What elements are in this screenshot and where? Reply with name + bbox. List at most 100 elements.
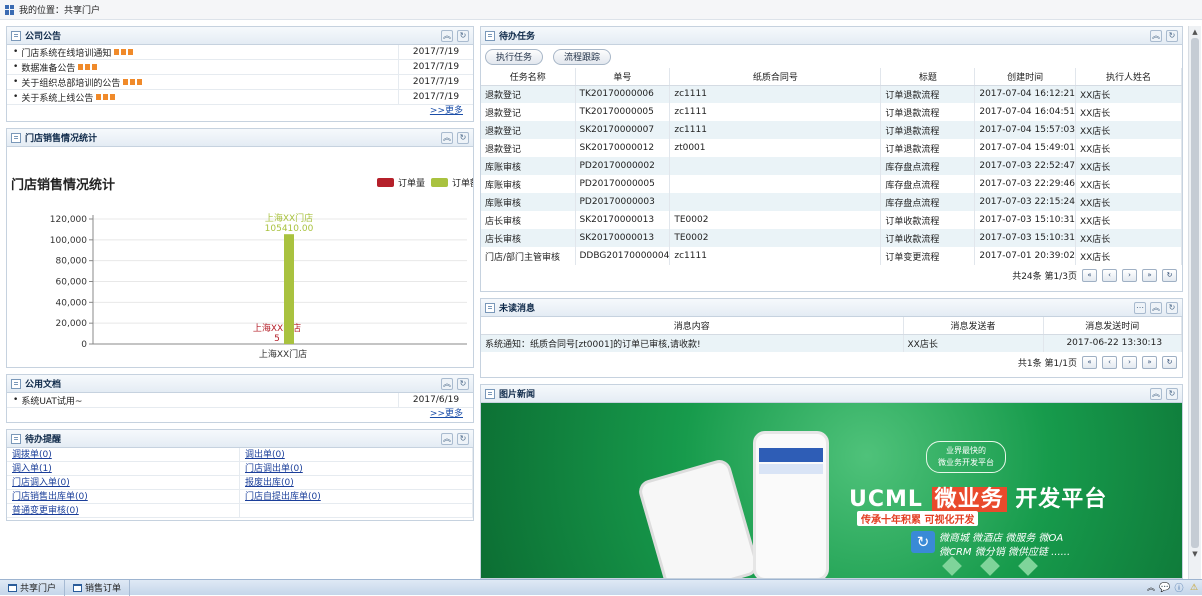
collapse-icon[interactable]: ︽ xyxy=(441,132,453,144)
prev-page-icon[interactable]: ‹ xyxy=(1102,356,1117,369)
table-row[interactable]: 退款登记SK20170000007zc1111订单退款流程2017-07-04 … xyxy=(481,121,1182,139)
y-tick-label: 120,000 xyxy=(50,215,87,225)
reminder-link[interactable]: 门店调入单(0) xyxy=(12,478,70,488)
reminder-grid: 调拨单(0) 调出单(0) 调入单(1) 门店调出单(0) 门店调入单(0) 报… xyxy=(7,448,473,518)
collapse-icon[interactable]: ︽ xyxy=(1150,388,1162,400)
reminder-link[interactable]: 门店销售出库单(0) xyxy=(12,492,88,502)
prev-page-icon[interactable]: ‹ xyxy=(1102,269,1117,282)
collapse-icon[interactable]: ︽ xyxy=(441,378,453,390)
refresh-icon[interactable]: ↻ xyxy=(1166,30,1178,42)
order-no-cell: PD20170000002 xyxy=(575,157,670,175)
scroll-thumb[interactable] xyxy=(1191,38,1199,548)
tasks-toolbar: 执行任务 流程跟踪 xyxy=(481,45,1182,68)
collapse-icon[interactable]: ︽ xyxy=(441,30,453,42)
panel-doc-icon xyxy=(485,303,495,313)
refresh-icon[interactable]: ↻ xyxy=(457,433,469,445)
collapse-icon[interactable]: ︽ xyxy=(441,433,453,445)
tab-shared-portal[interactable]: 共享门户 xyxy=(0,580,65,596)
table-row[interactable]: 退款登记SK20170000012zt0001订单退款流程2017-07-04 … xyxy=(481,139,1182,157)
column-header[interactable]: 执行人姓名 xyxy=(1075,68,1181,85)
refresh-icon[interactable]: ↻ xyxy=(457,30,469,42)
window-icon xyxy=(73,584,82,592)
assignee-cell: XX店长 xyxy=(1075,121,1181,139)
column-header[interactable]: 消息内容 xyxy=(481,317,903,334)
task-name-cell: 库账审核 xyxy=(481,193,575,211)
announcement-title[interactable]: 数据准备公告 xyxy=(21,61,75,74)
news-banner[interactable]: 业界最快的 微业务开发平台 UCML 微业务 开发平台 传承十年积累 可视化开发… xyxy=(481,403,1182,579)
table-row[interactable]: 库账审核PD20170000005库存盘点流程2017-07-03 22:29:… xyxy=(481,175,1182,193)
reload-icon[interactable]: ↻ xyxy=(1162,356,1177,369)
doc-title[interactable]: 系统UAT试用~ xyxy=(21,394,82,407)
column-header[interactable]: 消息发送时间 xyxy=(1043,317,1182,334)
reload-icon[interactable]: ↻ xyxy=(1162,269,1177,282)
reminder-link[interactable]: 门店自提出库单(0) xyxy=(245,492,321,502)
more-options-icon[interactable]: ⋯ xyxy=(1134,302,1146,314)
table-row[interactable]: 店长审核SK20170000013TE0002订单收款流程2017-07-03 … xyxy=(481,211,1182,229)
last-page-icon[interactable]: » xyxy=(1142,269,1157,282)
refresh-icon[interactable]: ↻ xyxy=(457,132,469,144)
last-page-icon[interactable]: » xyxy=(1142,356,1157,369)
column-header[interactable]: 标题 xyxy=(881,68,975,85)
reminder-link[interactable]: 调入单(1) xyxy=(12,464,52,474)
phone-image-right xyxy=(753,431,829,579)
warning-icon[interactable]: ⚠ xyxy=(1186,583,1202,593)
table-row[interactable]: 库账审核PD20170000002库存盘点流程2017-07-03 22:52:… xyxy=(481,157,1182,175)
process-track-button[interactable]: 流程跟踪 xyxy=(553,49,611,65)
announcement-title[interactable]: 门店系统在线培训通知 xyxy=(21,46,111,59)
table-row[interactable]: 退款登记TK20170000006zc1111订单退款流程2017-07-04 … xyxy=(481,85,1182,103)
reminder-link[interactable]: 门店调出单(0) xyxy=(245,464,303,474)
collapse-icon[interactable]: ︽ xyxy=(1150,30,1162,42)
column-header[interactable]: 纸质合同号 xyxy=(670,68,881,85)
title-cell: 订单收款流程 xyxy=(881,229,975,247)
reminder-link[interactable]: 调拨单(0) xyxy=(12,450,52,460)
first-page-icon[interactable]: « xyxy=(1082,269,1097,282)
announcement-title[interactable]: 关于组织总部培训的公告 xyxy=(21,76,120,89)
reminder-link[interactable]: 调出单(0) xyxy=(245,450,285,460)
contract-no-cell: TE0002 xyxy=(670,211,881,229)
title-cell: 订单退款流程 xyxy=(881,85,975,103)
refresh-icon[interactable]: ↻ xyxy=(1166,388,1178,400)
order-no-cell: PD20170000003 xyxy=(575,193,670,211)
vertical-scrollbar[interactable]: ▲ ▼ xyxy=(1188,26,1201,579)
table-row[interactable]: 系统通知：纸质合同号[zt0001]的订单已审核,请收款! XX店长 2017-… xyxy=(481,334,1182,352)
table-row[interactable]: 门店/部门主管审核DDBG20170000004zc1111订单变更流程2017… xyxy=(481,247,1182,265)
info-icon[interactable]: ⓘ xyxy=(1172,581,1186,594)
list-item[interactable]: •系统UAT试用~ 2017/6/19 xyxy=(7,393,473,408)
reminder-link[interactable]: 报废出库(0) xyxy=(245,478,294,488)
next-page-icon[interactable]: › xyxy=(1122,269,1137,282)
column-header[interactable]: 单号 xyxy=(575,68,670,85)
execute-task-button[interactable]: 执行任务 xyxy=(485,49,543,65)
messages-panel: 未读消息 ⋯ ︽ ↻ 消息内容 消息发送者 消息发送时间 系统通知：纸质合同号[… xyxy=(480,298,1183,378)
scroll-up-icon[interactable]: ▲ xyxy=(1189,26,1201,38)
order-no-cell: SK20170000013 xyxy=(575,229,670,247)
table-row[interactable]: 店长审核SK20170000013TE0002订单收款流程2017-07-03 … xyxy=(481,229,1182,247)
next-page-icon[interactable]: › xyxy=(1122,356,1137,369)
column-header[interactable]: 消息发送者 xyxy=(903,317,1043,334)
table-row[interactable]: 库账审核PD20170000003库存盘点流程2017-07-03 22:15:… xyxy=(481,193,1182,211)
table-row[interactable]: 退款登记TK20170000005zc1111订单退款流程2017-07-04 … xyxy=(481,103,1182,121)
scroll-down-icon[interactable]: ▼ xyxy=(1189,548,1201,560)
refresh-icon[interactable]: ↻ xyxy=(457,378,469,390)
new-badge-icon xyxy=(78,64,98,70)
announcement-title[interactable]: 关于系统上线公告 xyxy=(21,91,93,104)
messages-header: 未读消息 ⋯ ︽ ↻ xyxy=(481,299,1182,317)
created-time-cell: 2017-07-03 22:29:46 xyxy=(975,175,1076,193)
chat-icon[interactable]: 💬 xyxy=(1158,583,1172,593)
list-item[interactable]: •关于组织总部培训的公告 2017/7/19 xyxy=(7,75,473,90)
refresh-icon[interactable]: ↻ xyxy=(1166,302,1178,314)
collapse-icon[interactable]: ︽ xyxy=(1150,302,1162,314)
more-link[interactable]: >>更多 xyxy=(430,106,463,116)
sales-panel: 门店销售情况统计 ︽ ↻ 门店销售情况统计 订单量 订单额 020,00040,… xyxy=(6,128,474,368)
first-page-icon[interactable]: « xyxy=(1082,356,1097,369)
reminder-link[interactable]: 普通变更审核(0) xyxy=(12,506,79,516)
column-header[interactable]: 创建时间 xyxy=(975,68,1076,85)
more-link[interactable]: >>更多 xyxy=(430,409,463,419)
list-item[interactable]: •关于系统上线公告 2017/7/19 xyxy=(7,90,473,105)
tab-sales-order[interactable]: 销售订单 xyxy=(65,580,130,596)
list-item[interactable]: •门店系统在线培训通知 2017/7/19 xyxy=(7,45,473,60)
created-time-cell: 2017-07-03 15:10:31 xyxy=(975,211,1076,229)
list-item[interactable]: •数据准备公告 2017/7/19 xyxy=(7,60,473,75)
column-header[interactable]: 任务名称 xyxy=(481,68,575,85)
phone-image-left xyxy=(636,457,760,579)
expand-up-icon[interactable]: ︽ xyxy=(1144,582,1158,593)
